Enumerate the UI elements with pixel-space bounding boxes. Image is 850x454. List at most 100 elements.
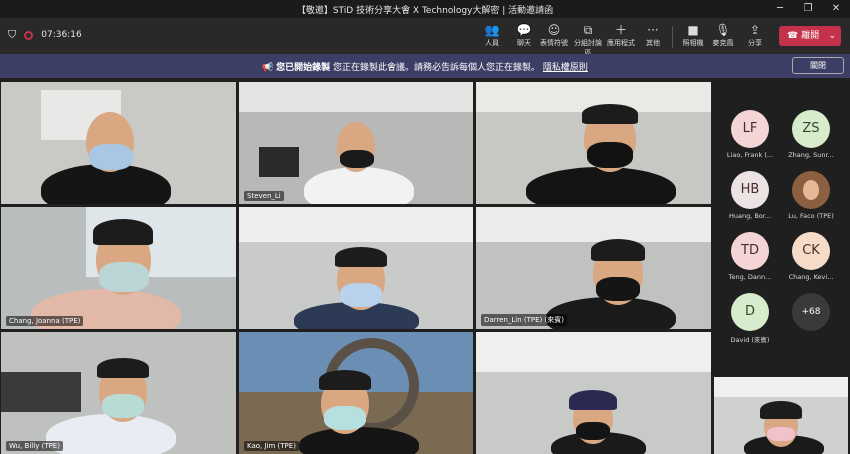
face-mask (767, 427, 795, 441)
participant-hair (760, 401, 802, 419)
participant-body (46, 414, 176, 454)
video-tile[interactable]: Kao, Jim (TPE) (239, 332, 473, 454)
recording-banner: 📢 您已開始錄製 您正在錄製此會議。請務必告訴每個人您正在錄製。 隱私權原則 關… (0, 54, 850, 78)
minimize-icon[interactable]: ─ (766, 0, 794, 18)
apps-icon: ＋ (614, 23, 627, 37)
tile-label: Darren_Lin (TPE) (來賓) (481, 314, 567, 326)
meeting-timer: 07:36:16 (41, 30, 82, 40)
tile-label: Steven_Li (244, 191, 284, 201)
participant-hair (319, 370, 371, 390)
tile-label: Chang, Joanna (TPE) (6, 316, 84, 326)
window-title: 【敬邀】STiD 技術分享大會 X Technology大解密 | 活動邀請函 (296, 6, 554, 16)
participant-hair (97, 358, 149, 378)
office-ceiling (239, 207, 473, 242)
participant-name: Teng, Dann... (728, 273, 772, 281)
avatar: ZS (792, 110, 830, 148)
maximize-icon[interactable]: ❐ (794, 0, 822, 18)
participant-avatar-item[interactable]: ZS Zhang, Sunr... (781, 110, 841, 159)
meeting-toolbar: ⛉ 07:36:16 👥 人員 💬 聊天 ☺ 表情符號 ⧉ 分組討論區 ＋應用程式 ··… (0, 18, 850, 57)
participant-name: Chang, Kevi... (788, 273, 834, 281)
participant-name: Huang, Bor... (728, 212, 772, 220)
participant-hair (591, 239, 645, 261)
face-mask (587, 142, 633, 168)
chat-button[interactable]: 💬 聊天 (507, 22, 541, 48)
video-tile[interactable] (476, 332, 711, 454)
face-mask (102, 394, 144, 418)
breakout-button[interactable]: ⧉ 分組討論區 (571, 22, 605, 58)
participant-avatar-item[interactable]: HB Huang, Bor... (720, 171, 780, 220)
face-mask (576, 422, 610, 440)
shield-icon[interactable]: ⛉ (8, 28, 16, 42)
share-icon: ⇪ (749, 23, 761, 37)
participant-avatar-item[interactable]: TD Teng, Dann... (720, 232, 780, 281)
office-ceiling (239, 82, 473, 112)
banner-title: 您已開始錄製 (276, 63, 331, 73)
participant-body (304, 167, 414, 204)
avatar-photo (792, 171, 830, 209)
avatar-photo-face (803, 180, 819, 200)
video-tile[interactable] (476, 82, 711, 204)
more-participants-button[interactable]: +68 (781, 293, 841, 334)
participant-avatar-item[interactable]: Lu, Faco (TPE) (781, 171, 841, 220)
close-window-icon[interactable]: ✕ (822, 0, 850, 18)
mic-icon: 🎙 (715, 23, 731, 37)
face-mask (596, 277, 640, 301)
breakout-icon: ⧉ (583, 23, 593, 37)
chat-icon: 💬 (516, 23, 532, 37)
face-mask (99, 262, 149, 292)
participant-hair (93, 219, 153, 245)
self-preview[interactable] (714, 377, 848, 454)
video-tile[interactable] (1, 82, 236, 204)
participant-avatar-item[interactable]: CK Chang, Kevi... (781, 232, 841, 281)
avatar: HB (731, 171, 769, 209)
monitor (1, 372, 81, 412)
banner-close-button[interactable]: 關閉 (792, 57, 844, 74)
recording-icon (24, 30, 34, 40)
video-tile[interactable]: Darren_Lin (TPE) (來賓) (476, 207, 711, 329)
share-button[interactable]: ⇪ 分享 (738, 22, 772, 48)
avatar: CK (792, 232, 830, 270)
video-tile[interactable]: Chang, Joanna (TPE) (1, 207, 236, 329)
video-tile[interactable]: Steven_Li (239, 82, 473, 204)
people-icon: 👥 (484, 23, 500, 37)
participant-avatar-item[interactable]: LF Liao, Frank (... (720, 110, 780, 159)
participant-hair (582, 104, 638, 124)
face-mask (340, 283, 382, 307)
mic-button[interactable]: 🎙 麥克風 (706, 22, 740, 48)
participants-panel: LF Liao, Frank (... ZS Zhang, Sunr... HB… (712, 80, 850, 454)
participant-hair (335, 247, 387, 267)
avatar: TD (731, 232, 769, 270)
office-ceiling (714, 377, 848, 397)
more-button[interactable]: ··· 其他 (636, 22, 670, 48)
camera-button[interactable]: ■ 照相機 (676, 22, 710, 48)
more-icon: ··· (647, 23, 659, 37)
face-mask (340, 150, 374, 168)
participant-name: Liao, Frank (... (726, 151, 774, 159)
privacy-link[interactable]: 隱私權原則 (543, 63, 588, 73)
participant-avatar-item[interactable]: D David (來賓) (720, 293, 780, 344)
reactions-button[interactable]: ☺ 表情符號 (537, 22, 571, 48)
megaphone-icon: 📢 (262, 63, 274, 73)
participant-name: David (來賓) (730, 336, 770, 344)
avatar: D (731, 293, 769, 331)
office-ceiling (476, 207, 711, 242)
headset (569, 390, 617, 410)
video-tile[interactable] (239, 207, 473, 329)
face-mask (324, 406, 366, 430)
tile-label: Wu, Billy (TPE) (6, 441, 63, 451)
face-mask (89, 144, 133, 170)
avatar: LF (731, 110, 769, 148)
chevron-down-icon[interactable]: ⌄ (828, 26, 836, 46)
participant-name: Lu, Faco (TPE) (788, 212, 834, 220)
window-titlebar: 【敬邀】STiD 技術分享大會 X Technology大解密 | 活動邀請函 … (0, 0, 850, 18)
participant-body (526, 167, 676, 204)
monitor (259, 147, 299, 177)
participant-name: Zhang, Sunr... (788, 151, 834, 159)
participant-body (299, 427, 419, 454)
leave-button[interactable]: ☎ 離開 ⌄ (779, 26, 841, 46)
office-ceiling (476, 332, 711, 372)
people-button[interactable]: 👥 人員 (475, 22, 509, 48)
video-tile[interactable]: Wu, Billy (TPE) (1, 332, 236, 454)
banner-message: 您正在錄製此會議。請務必告訴每個人您正在錄製。 (333, 63, 541, 73)
apps-button[interactable]: ＋應用程式 (604, 22, 638, 48)
